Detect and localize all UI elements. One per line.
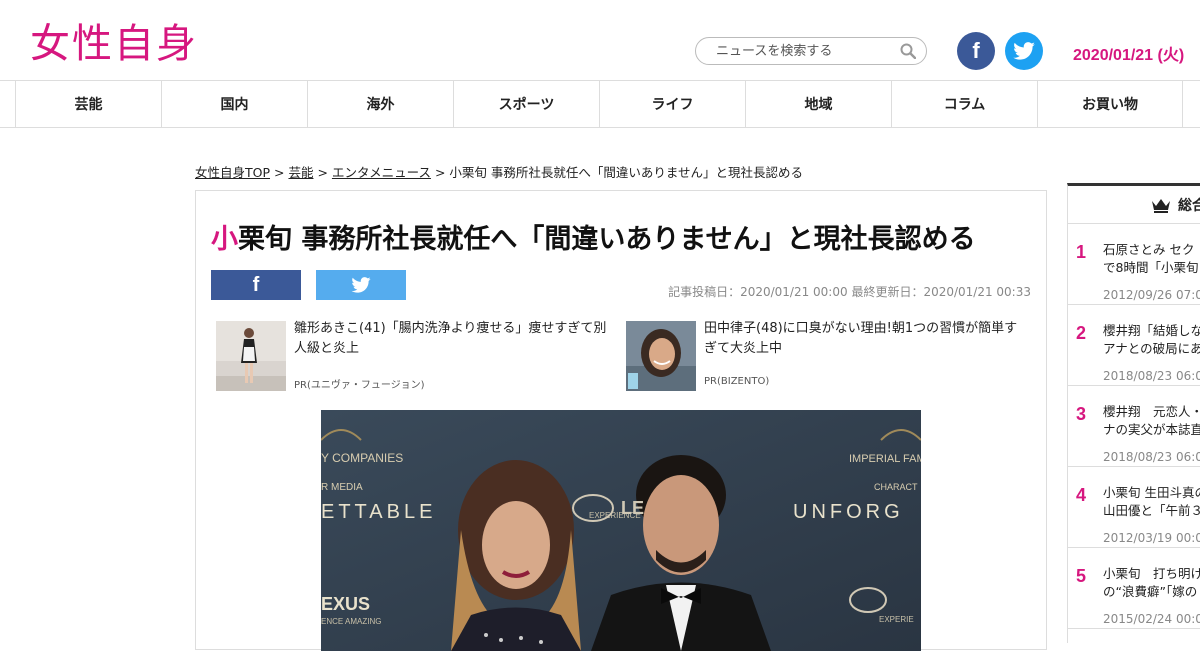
site-header: 女性自身 f 2020/01/21 (火) xyxy=(0,0,1200,80)
ranking-panel: 総合 1 石原さとみ セク で8時間「小栗旬 2012/09/26 07:00 2… xyxy=(1067,183,1200,643)
ranking-number: 5 xyxy=(1076,566,1087,586)
article-title: 小栗旬 事務所社長就任へ「間違いありません」と現社長認める xyxy=(211,217,976,256)
site-logo[interactable]: 女性自身 xyxy=(30,18,198,70)
pr-source: PR(BIZENTO) xyxy=(704,376,770,387)
nav-item-shopping[interactable]: お買い物 xyxy=(1037,81,1183,127)
photo-text: UNFORG xyxy=(793,501,904,523)
ranking-number: 1 xyxy=(1076,242,1087,262)
article-card: 小栗旬 事務所社長就任へ「間違いありません」と現社長認める f 記事投稿日：20… xyxy=(195,190,1047,651)
title-rest: 栗旬 事務所社長就任へ「間違いありません」と現社長認める xyxy=(238,224,976,255)
search-input[interactable] xyxy=(696,38,886,64)
twitter-icon[interactable] xyxy=(1005,32,1043,70)
photo-text: IMPERIAL FAM xyxy=(849,453,921,465)
crown-icon xyxy=(1152,199,1170,213)
nav-item-sports[interactable]: スポーツ xyxy=(453,81,599,127)
ranking-title: 総合 xyxy=(1178,198,1200,214)
ranking-header: 総合 xyxy=(1068,186,1200,224)
ranking-title-text[interactable]: 櫻井翔 元恋人・ ナの実父が本誌直 xyxy=(1103,403,1200,439)
breadcrumb-link-top[interactable]: 女性自身TOP xyxy=(195,165,270,180)
breadcrumb-separator: > xyxy=(317,165,328,180)
pr-source: PR(ユニヴァ・フュージョン) xyxy=(294,380,425,391)
ranking-title-text[interactable]: 小栗旬 打ち明け の“浪費癖”「嫁の xyxy=(1103,565,1200,601)
article-main-photo: Y COMPANIES R MEDIA ETTABLE IMPERIAL FAM… xyxy=(321,410,921,651)
pr-item[interactable]: 雛形あきこ(41)「腸内洗浄より痩せる」痩せすぎて別人級と炎上 PR(ユニヴァ・… xyxy=(216,319,616,394)
pr-thumbnail[interactable] xyxy=(626,321,696,391)
nav-item-kaigai[interactable]: 海外 xyxy=(307,81,453,127)
main-nav: 芸能 国内 海外 スポーツ ライフ 地域 コラム お買い物 xyxy=(0,80,1200,128)
article-meta-dates: 記事投稿日：2020/01/21 00:00 最終更新日：2020/01/21 … xyxy=(668,285,1031,299)
share-twitter-button[interactable] xyxy=(316,270,406,300)
ranking-date: 2012/03/19 00:00 xyxy=(1103,531,1200,545)
ranking-title-text[interactable]: 小栗旬 生田斗真の 山田優と「午前３ xyxy=(1103,484,1200,520)
pr-thumbnail[interactable] xyxy=(216,321,286,391)
photo-text: CHARACT xyxy=(874,482,918,492)
pr-title[interactable]: 雛形あきこ(41)「腸内洗浄より痩せる」痩せすぎて別人級と炎上 xyxy=(294,319,619,359)
ranking-item[interactable]: 3 櫻井翔 元恋人・ ナの実父が本誌直 2018/08/23 06:00 xyxy=(1068,386,1200,467)
nav-item-life[interactable]: ライフ xyxy=(599,81,745,127)
ranking-item[interactable]: 5 小栗旬 打ち明け の“浪費癖”「嫁の 2015/02/24 00:00 xyxy=(1068,548,1200,629)
photo-text: EXUS xyxy=(321,594,370,614)
ranking-date: 2012/09/26 07:00 xyxy=(1103,288,1200,302)
pr-title[interactable]: 田中律子(48)に口臭がない理由!朝1つの習慣が簡単すぎて大炎上中 xyxy=(704,319,1029,359)
ranking-number: 2 xyxy=(1076,323,1087,343)
nav-item-kokunai[interactable]: 国内 xyxy=(161,81,307,127)
svg-text:LE: LE xyxy=(621,498,644,518)
ranking-date: 2015/02/24 00:00 xyxy=(1103,612,1200,626)
pr-item[interactable]: 田中律子(48)に口臭がない理由!朝1つの習慣が簡単すぎて大炎上中 PR(BIZ… xyxy=(626,319,1026,394)
photo-text: EXPERIE xyxy=(879,615,914,624)
nav-item-geino[interactable]: 芸能 xyxy=(15,81,161,127)
ranking-title-text[interactable]: 石原さとみ セク で8時間「小栗旬 xyxy=(1103,241,1200,277)
facebook-icon[interactable]: f xyxy=(957,32,995,70)
ranking-number: 4 xyxy=(1076,485,1087,505)
ranking-date: 2018/08/23 06:00 xyxy=(1103,450,1200,464)
ranking-item[interactable]: 4 小栗旬 生田斗真の 山田優と「午前３ 2012/03/19 00:00 xyxy=(1068,467,1200,548)
breadcrumb: 女性自身TOP > 芸能 > エンタメニュース > 小栗旬 事務所社長就任へ「間… xyxy=(195,162,803,181)
nav-item-region[interactable]: 地域 xyxy=(745,81,891,127)
search-icon[interactable] xyxy=(900,43,916,59)
share-facebook-button[interactable]: f xyxy=(211,270,301,300)
search-box[interactable] xyxy=(695,37,927,65)
current-date: 2020/01/21 (火) xyxy=(1073,47,1185,64)
breadcrumb-separator: > xyxy=(274,165,285,180)
ranking-item[interactable]: 1 石原さとみ セク で8時間「小栗旬 2012/09/26 07:00 xyxy=(1068,224,1200,305)
photo-text: Y COMPANIES xyxy=(321,451,403,465)
photo-text: R MEDIA xyxy=(321,482,363,493)
twitter-icon xyxy=(351,277,371,293)
breadcrumb-link-entame[interactable]: エンタメニュース xyxy=(332,165,431,180)
title-first-char: 小 xyxy=(211,224,238,255)
breadcrumb-link-geino[interactable]: 芸能 xyxy=(288,165,313,180)
photo-text: ETTABLE xyxy=(321,501,436,523)
breadcrumb-current: 小栗旬 事務所社長就任へ「間違いありません」と現社長認める xyxy=(449,165,804,180)
ranking-item[interactable]: 2 櫻井翔「結婚しな アナとの破局にあ 2018/08/23 06:00 xyxy=(1068,305,1200,386)
ranking-number: 3 xyxy=(1076,404,1087,424)
photo-text: ENCE AMAZING xyxy=(321,617,381,626)
breadcrumb-separator: > xyxy=(434,165,446,180)
ranking-date: 2018/08/23 06:00 xyxy=(1103,369,1200,383)
ranking-title-text[interactable]: 櫻井翔「結婚しな アナとの破局にあ xyxy=(1103,322,1200,358)
nav-item-column[interactable]: コラム xyxy=(891,81,1037,127)
